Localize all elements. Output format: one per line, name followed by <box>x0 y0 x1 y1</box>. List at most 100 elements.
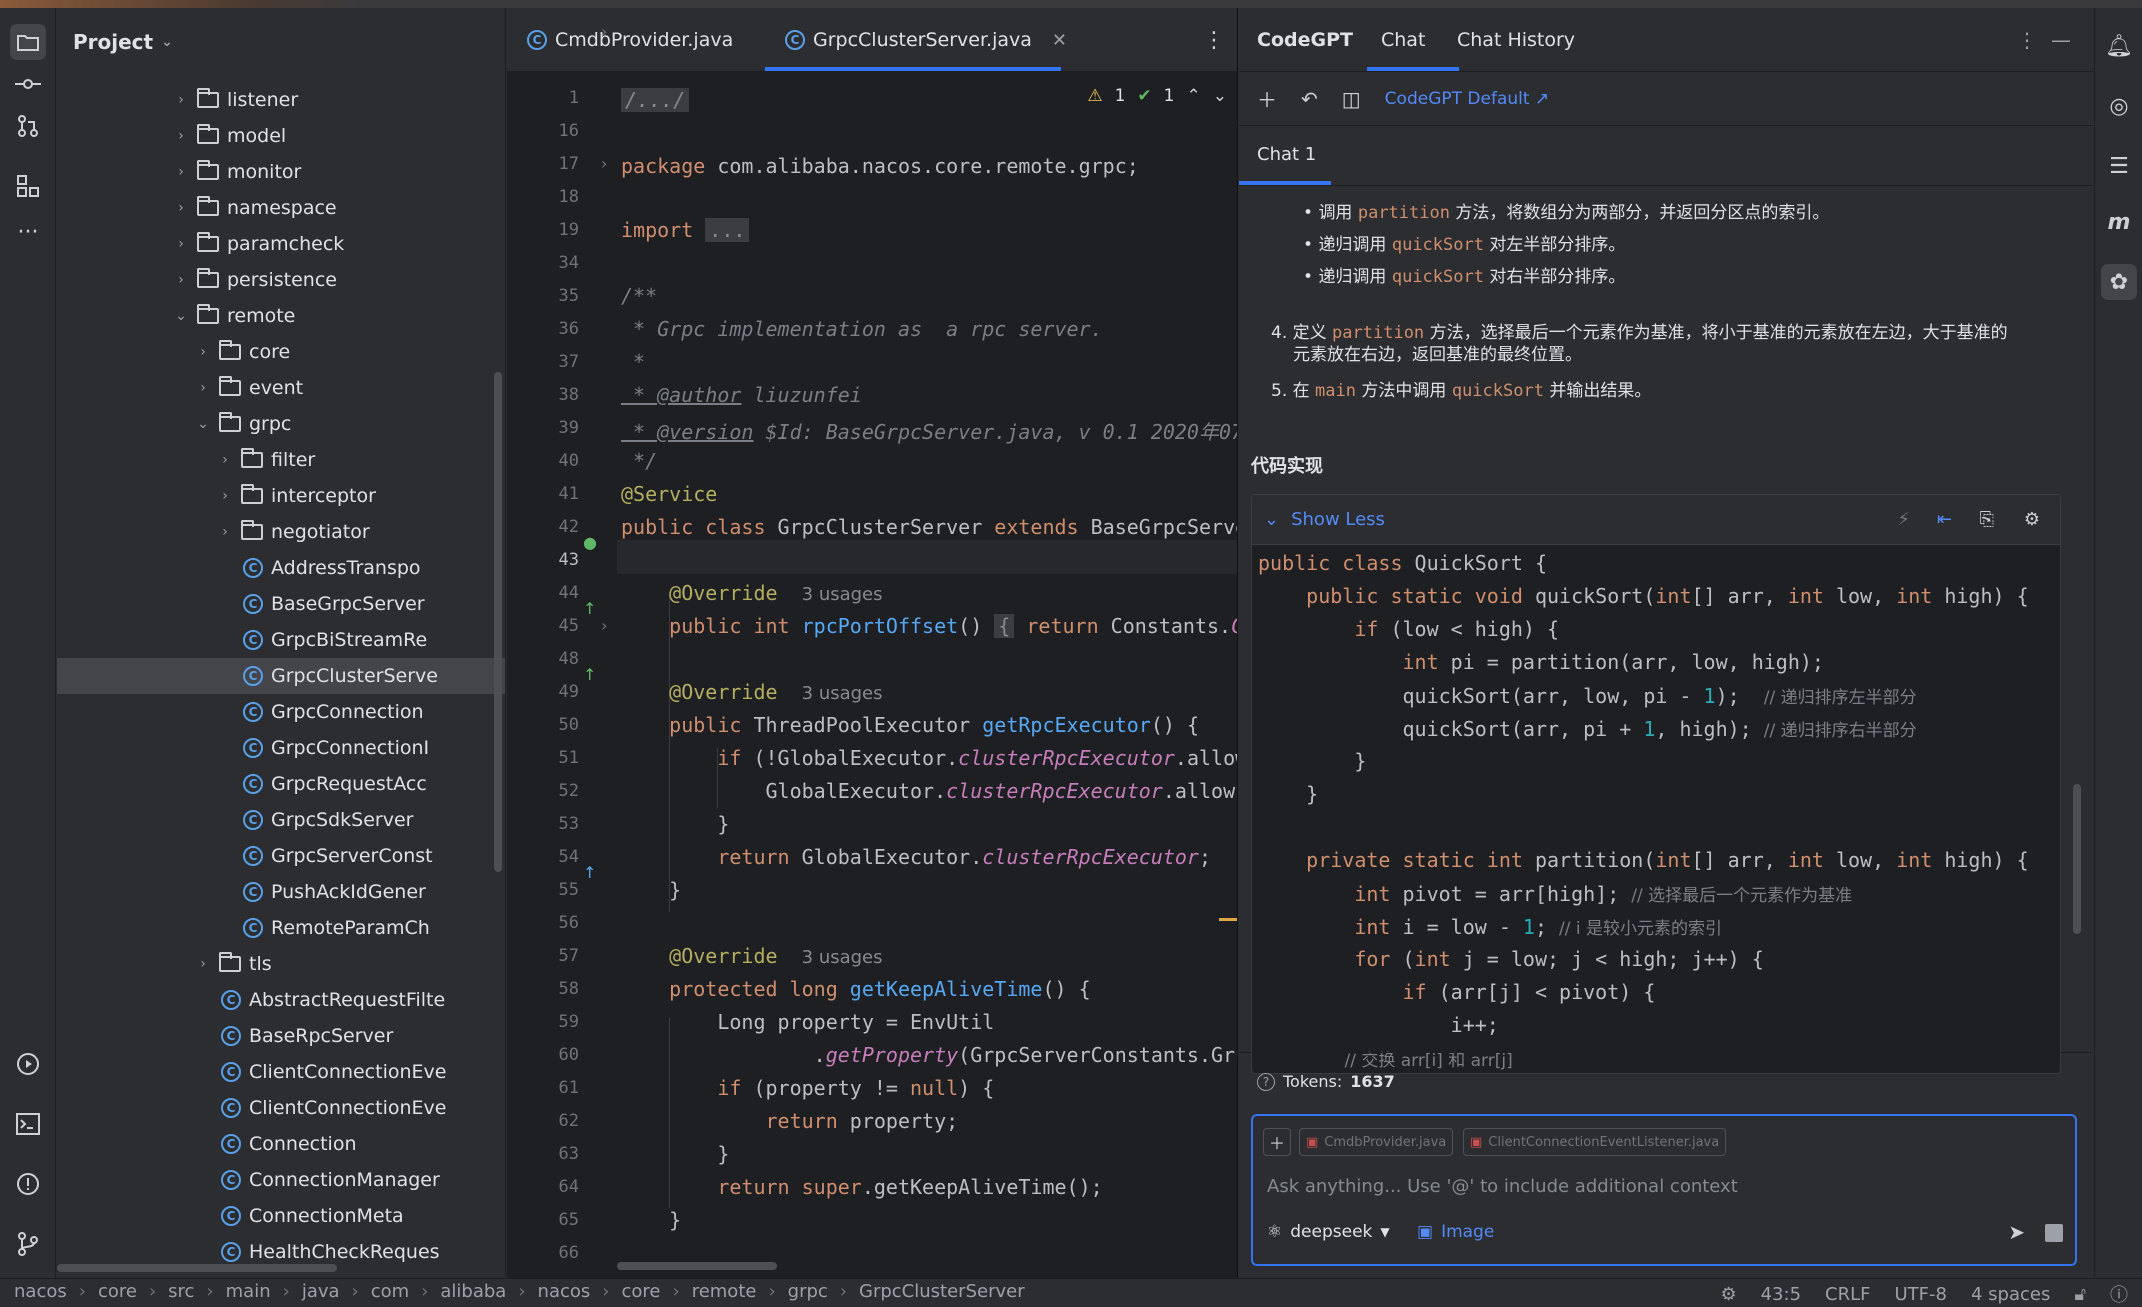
breadcrumb-item[interactable]: grpc <box>788 1281 828 1302</box>
fold-arrow-icon[interactable]: › <box>601 22 607 41</box>
bean-icon[interactable]: ● <box>583 533 597 552</box>
line-number[interactable]: 34 <box>519 253 579 273</box>
breadcrumb-item[interactable]: src <box>168 1281 194 1302</box>
config-link[interactable]: CodeGPT Default ↗ <box>1385 89 1550 109</box>
chevron-up-icon[interactable]: ⌃ <box>1187 86 1201 106</box>
line-number[interactable]: 18 <box>519 187 579 207</box>
project-horizontal-scrollbar[interactable] <box>57 1264 337 1272</box>
commit-icon[interactable] <box>10 66 46 102</box>
breadcrumb-item[interactable]: GrpcClusterServer <box>859 1281 1025 1302</box>
chevron-right-icon[interactable]: › <box>215 452 235 468</box>
tree-folder[interactable]: › filter <box>57 442 505 478</box>
line-number[interactable]: 61 <box>519 1078 579 1098</box>
chevron-right-icon[interactable]: › <box>193 344 213 360</box>
chevron-right-icon[interactable]: › <box>215 488 235 504</box>
tree-file[interactable]: C RemoteParamCh <box>57 910 505 946</box>
ai-status-icon[interactable]: ⚙ <box>1720 1284 1736 1305</box>
chat-input-box[interactable]: ＋ ▣ CmdbProvider.java ▣ ClientConnectionEv… <box>1251 1114 2077 1266</box>
breadcrumb-item[interactable]: nacos <box>538 1281 591 1302</box>
breadcrumb-item[interactable]: com <box>371 1281 409 1302</box>
tree-file[interactable]: C GrpcConnection <box>57 694 505 730</box>
stop-icon[interactable] <box>2045 1224 2063 1242</box>
chevron-right-icon[interactable]: › <box>171 272 191 288</box>
close-icon[interactable]: ✕ <box>1052 30 1067 51</box>
line-number[interactable]: 41 <box>519 484 579 504</box>
line-number[interactable]: 54 <box>519 847 579 867</box>
undo-icon[interactable]: ↶ <box>1301 87 1318 111</box>
chevron-right-icon[interactable]: › <box>193 380 213 396</box>
project-scrollbar[interactable] <box>494 372 502 872</box>
terminal-icon[interactable] <box>10 1106 46 1142</box>
tree-file[interactable]: C GrpcBiStreamRe <box>57 622 505 658</box>
folder-icon[interactable] <box>10 24 46 60</box>
structure-icon[interactable] <box>10 168 46 204</box>
line-number[interactable]: 44 <box>519 583 579 603</box>
breadcrumb-item[interactable]: java <box>302 1281 340 1302</box>
context-chip[interactable]: ▣ ClientConnectionEventListener.java <box>1463 1128 1727 1156</box>
tree-file[interactable]: C ConnectionManager <box>57 1162 505 1198</box>
tree-file[interactable]: C ClientConnectionEve <box>57 1054 505 1090</box>
tree-file[interactable]: C GrpcRequestAcc <box>57 766 505 802</box>
minimize-icon[interactable]: — <box>2051 8 2071 72</box>
breadcrumb-item[interactable]: alibaba <box>440 1281 506 1302</box>
project-panel-header[interactable]: Project ⌄ <box>57 8 505 76</box>
image-button[interactable]: ▣ Image <box>1417 1222 1494 1242</box>
line-number[interactable]: 62 <box>519 1111 579 1131</box>
tree-folder[interactable]: › negotiator <box>57 514 505 550</box>
line-number[interactable]: 42 <box>519 517 579 537</box>
chat-scrollbar[interactable] <box>2073 784 2081 934</box>
database-icon[interactable]: ☰ <box>2101 148 2137 184</box>
line-number[interactable]: 56 <box>519 913 579 933</box>
line-number[interactable]: 55 <box>519 880 579 900</box>
line-number[interactable]: 51 <box>519 748 579 768</box>
chevron-down-icon[interactable]: ⌄ <box>171 308 191 324</box>
add-context-button[interactable]: ＋ <box>1263 1128 1291 1156</box>
line-number[interactable]: 39 <box>519 418 579 438</box>
tree-folder[interactable]: › paramcheck <box>57 226 505 262</box>
line-number[interactable]: 66 <box>519 1243 579 1263</box>
tree-folder[interactable]: › persistence <box>57 262 505 298</box>
warning-stripe-marker[interactable] <box>1219 918 1237 921</box>
tree-file[interactable]: C GrpcSdkServer <box>57 802 505 838</box>
line-number[interactable]: 49 <box>519 682 579 702</box>
line-number[interactable]: 52 <box>519 781 579 801</box>
send-icon[interactable]: ➤ <box>2008 1220 2025 1244</box>
line-number[interactable]: 57 <box>519 946 579 966</box>
show-less-button[interactable]: Show Less <box>1291 509 1385 530</box>
breadcrumb-item[interactable]: core <box>621 1281 660 1302</box>
line-number[interactable]: 35 <box>519 286 579 306</box>
tree-file[interactable]: C AbstractRequestFilte <box>57 982 505 1018</box>
inspection-widget[interactable]: ⚠ 1 ✔ 1 ⌃ ⌄ <box>1087 86 1227 106</box>
problems-icon[interactable]: ⓘ <box>2110 1281 2128 1307</box>
tree-file[interactable]: C ConnectionMeta <box>57 1198 505 1234</box>
tree-folder[interactable]: ⌄ grpc <box>57 406 505 442</box>
breadcrumb-item[interactable]: remote <box>692 1281 757 1302</box>
line-number[interactable]: 60 <box>519 1045 579 1065</box>
line-number[interactable]: 17 <box>519 154 579 174</box>
tree-folder[interactable]: › monitor <box>57 154 505 190</box>
chevron-right-icon[interactable]: › <box>193 956 213 972</box>
problems-icon[interactable] <box>10 1166 46 1202</box>
indent-setting[interactable]: 4 spaces <box>1971 1284 2050 1305</box>
new-chat-icon[interactable]: ＋ <box>1257 84 1277 113</box>
chat-session-tab[interactable]: Chat 1 <box>1239 126 2093 186</box>
line-number[interactable]: 48 <box>519 649 579 669</box>
more-icon[interactable]: ··· <box>10 214 46 250</box>
line-separator[interactable]: CRLF <box>1825 1284 1870 1305</box>
ai-assistant-icon[interactable]: ◎ <box>2101 88 2137 124</box>
chevron-down-icon[interactable]: ⌄ <box>1264 509 1279 530</box>
line-number[interactable]: 1 <box>519 88 579 108</box>
tabs-menu-icon[interactable]: ⋮ <box>1203 8 1225 72</box>
lightning-icon[interactable]: ⚡ <box>1897 509 1910 530</box>
chevron-right-icon[interactable]: › <box>171 236 191 252</box>
help-icon[interactable]: ? <box>1257 1072 1275 1091</box>
tree-folder[interactable]: ⌄ remote <box>57 298 505 334</box>
tree-file[interactable]: C BaseRpcServer <box>57 1018 505 1054</box>
chevron-right-icon[interactable]: › <box>171 128 191 144</box>
chevron-down-icon[interactable]: ⌄ <box>1213 86 1227 106</box>
tree-file[interactable]: C Connection <box>57 1126 505 1162</box>
editor-horizontal-scrollbar[interactable] <box>617 1262 777 1270</box>
breadcrumb-item[interactable]: main <box>226 1281 271 1302</box>
chat-input-field[interactable]: Ask anything... Use '@' to include addit… <box>1267 1176 1738 1197</box>
line-number[interactable]: 36 <box>519 319 579 339</box>
